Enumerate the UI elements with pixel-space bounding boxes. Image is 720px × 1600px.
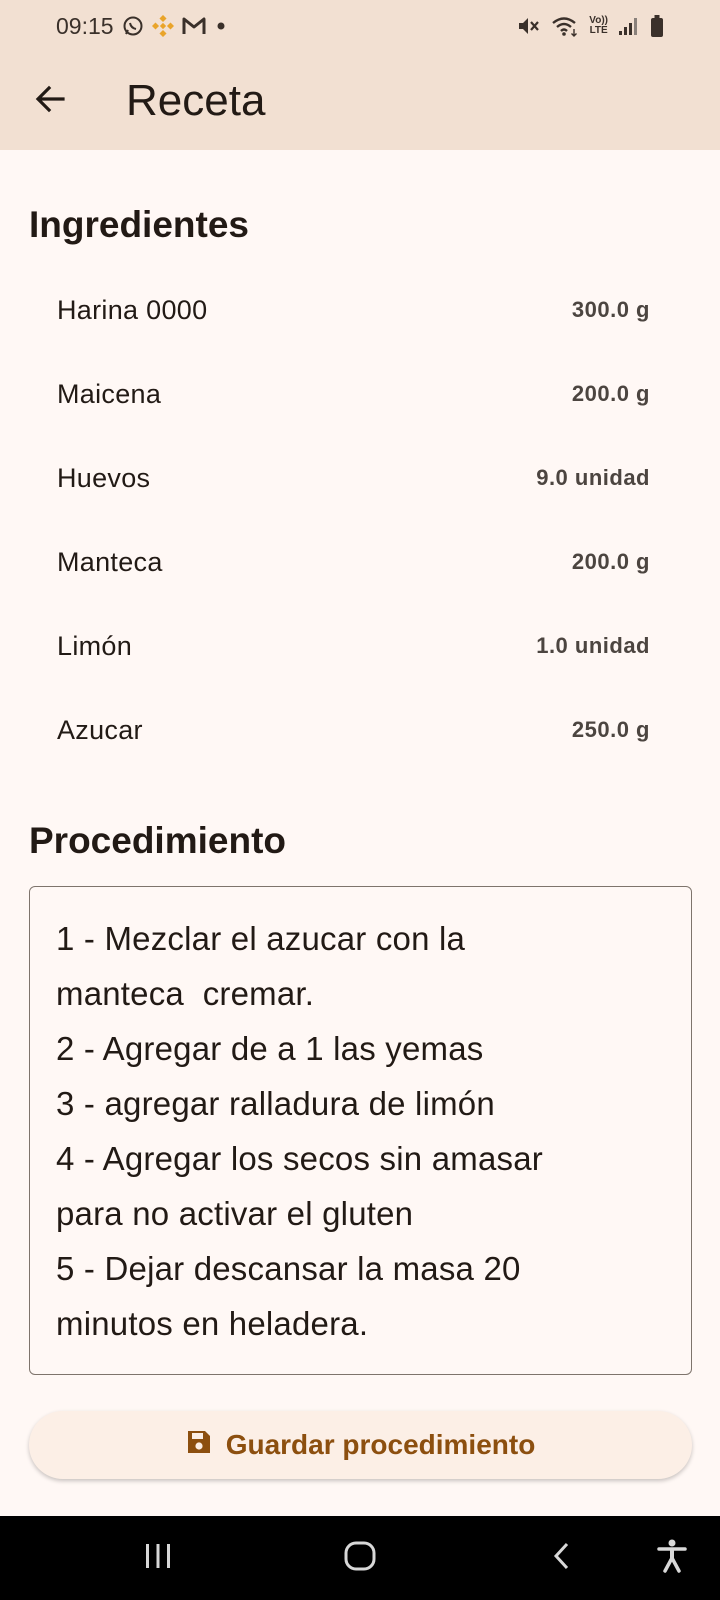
volte-icon: Vo)) LTE: [589, 16, 608, 36]
ingredient-quantity: 1.0 unidad: [536, 633, 650, 658]
ingredient-quantity: 250.0 g: [571, 717, 650, 742]
status-bar: 09:15 Vo)) LTE: [0, 0, 720, 52]
ingredient-quantity: 200.0 g: [571, 549, 650, 574]
volte-label-bottom: LTE: [589, 25, 608, 36]
binance-icon: [151, 15, 174, 37]
recents-button[interactable]: [118, 1516, 198, 1600]
gmail-icon: [182, 16, 206, 36]
battery-icon: [650, 14, 664, 38]
accessibility-button[interactable]: [632, 1516, 712, 1600]
ingredient-row[interactable]: Harina 0000 300.0 g: [0, 268, 720, 352]
whatsapp-icon: [122, 15, 144, 37]
ingredient-row[interactable]: Azucar 250.0 g: [0, 688, 720, 772]
ingredient-name: Huevos: [57, 462, 151, 493]
ingredient-name: Azucar: [57, 714, 143, 745]
system-nav-bar: [0, 1516, 720, 1600]
ingredient-name: Limón: [57, 630, 133, 661]
ingredient-name: Maicena: [57, 378, 162, 409]
procedure-text[interactable]: 1 - Mezclar el azucar con la manteca cre…: [56, 911, 665, 1350]
accessibility-icon: [655, 1538, 689, 1579]
status-time: 09:15: [56, 12, 114, 39]
procedure-heading: Procedimiento: [29, 820, 286, 861]
ingredient-quantity: 200.0 g: [571, 381, 650, 406]
home-button[interactable]: [320, 1516, 400, 1600]
app-bar: Receta: [0, 52, 720, 150]
status-bar-left: 09:15: [56, 13, 228, 40]
ingredient-quantity: 9.0 unidad: [536, 465, 650, 490]
system-back-button[interactable]: [522, 1516, 602, 1600]
ingredients-heading: Ingredientes: [29, 204, 249, 245]
mute-icon: [517, 15, 541, 37]
dot-icon: [214, 19, 228, 33]
home-icon: [343, 1540, 377, 1577]
ingredient-row[interactable]: Maicena 200.0 g: [0, 352, 720, 436]
ingredients-list: Harina 0000 300.0 g Maicena 200.0 g Huev…: [0, 268, 720, 772]
back-icon: [549, 1540, 575, 1577]
back-button[interactable]: [20, 71, 80, 131]
ingredient-row[interactable]: Manteca 200.0 g: [0, 520, 720, 604]
procedure-field[interactable]: 1 - Mezclar el azucar con la manteca cre…: [29, 886, 692, 1375]
ingredient-row[interactable]: Huevos 9.0 unidad: [0, 436, 720, 520]
arrow-left-icon: [33, 82, 67, 121]
save-procedure-label: Guardar procedimiento: [225, 1429, 536, 1460]
wifi-icon: [551, 15, 579, 37]
ingredient-quantity: 300.0 g: [571, 297, 650, 322]
page-title: Receta: [126, 76, 266, 125]
ingredient-row[interactable]: Limón 1.0 unidad: [0, 604, 720, 688]
ingredient-name: Harina 0000: [57, 294, 208, 325]
status-bar-right: Vo)) LTE: [517, 14, 664, 38]
signal-icon: [618, 16, 640, 36]
save-procedure-button[interactable]: Guardar procedimiento: [29, 1411, 692, 1479]
recents-icon: [143, 1542, 173, 1575]
ingredient-name: Manteca: [57, 546, 163, 577]
save-icon: [186, 1429, 212, 1462]
